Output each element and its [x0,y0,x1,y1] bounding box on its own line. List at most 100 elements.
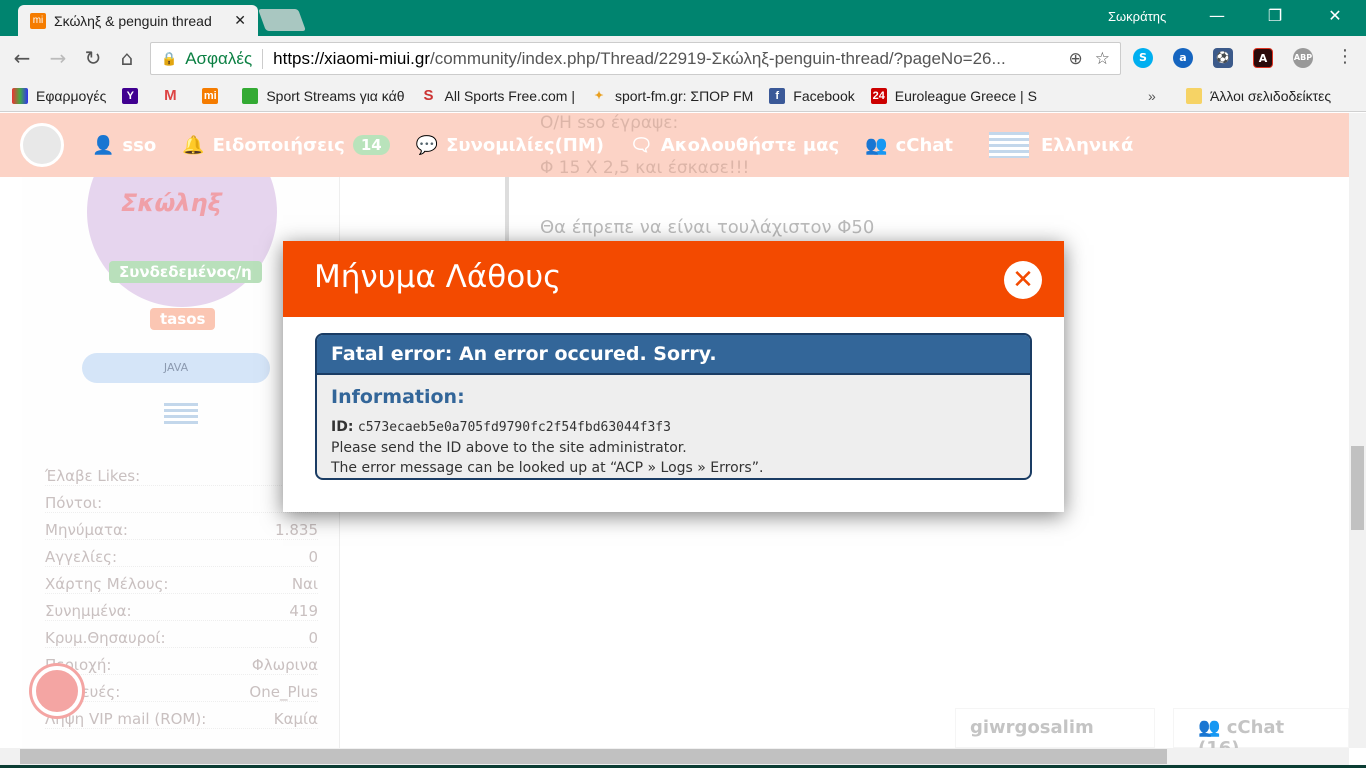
stat-value: Καμία [273,710,318,728]
stat-value: 0 [308,548,318,566]
close-tab-icon[interactable]: ✕ [234,12,246,29]
other-bookmarks[interactable]: Άλλοι σελιδοδείκτες [1186,87,1331,104]
horizontal-scroll-thumb[interactable] [20,749,1167,764]
football-extension-icon[interactable]: ⚽ [1213,48,1233,68]
stat-row: Αγγελίες: 0 [45,548,318,567]
profile-name[interactable]: Σωκράτης [1108,9,1166,24]
stat-row: Πόντοι:22 [45,494,318,513]
bookmark-mi[interactable]: mi [202,87,226,104]
greek-flag-icon [164,403,198,427]
rank-badge: tasos [150,308,216,330]
notification-count: 14 [352,135,390,155]
users-icon: 👥 [1198,717,1227,738]
new-tab-button[interactable] [257,9,307,31]
stat-row: Συσκευές: One_Plus [45,683,318,702]
star-icon[interactable]: ☆ [1095,49,1110,69]
quote-text: Φ 15 Χ 2,5 και έσκασε!!! [540,158,750,178]
stat-value: Ναι [291,575,318,593]
home-icon[interactable]: ⌂ [115,46,139,70]
s-logo-icon: S [423,86,434,104]
menu-icon[interactable]: ⋮ [1336,46,1354,67]
stat-value: One_Plus [249,683,318,701]
nav-conversations[interactable]: 💬 Συνομιλίες(ΠΜ) [416,135,604,156]
stat-row: Μηνύματα: 1.835 [45,521,318,540]
error-id: c573ecaeb5e0a705fd9790fc2f54fbd63044f3f3 [357,420,671,435]
nav-chat[interactable]: 👥 cChat [865,135,953,156]
greek-flag-icon [989,132,1030,158]
java-banner: JAVA [82,353,270,383]
bookmark-apps[interactable]: Εφαρμογές [12,87,106,104]
nav-user[interactable]: 👤 sso [92,135,156,156]
nav-avatar[interactable] [20,123,64,167]
more-bookmarks[interactable]: » [1148,88,1156,104]
stat-row: Χάρτης Μέλους: Ναι [45,575,318,594]
bookmark-facebook[interactable]: f Facebook [769,87,855,104]
mi-favicon-icon: mi [30,12,46,29]
quote-author: Ο/Η sso έγραψε: [540,113,679,133]
close-window-icon[interactable]: ✕ [1320,6,1350,25]
stat-row: Συνημμένα: 419 [45,602,318,621]
bookmark-gmail[interactable]: M [162,87,186,104]
yahoo-icon: Y [122,87,139,104]
user-icon: 👤 [92,134,115,156]
comments-icon: 💬 [415,134,439,156]
stat-label: Αγγελίες: [45,548,118,566]
folder-icon [1186,87,1202,104]
lock-icon: 🔒 [161,50,178,66]
bookmark-all-sports[interactable]: S All Sports Free.com | [421,86,574,104]
dialog-title: Μήνυμα Λάθους [283,241,1064,317]
error-title: Fatal error: An error occured. Sorry. [317,335,1030,375]
stat-value: Φλωρινα [251,656,318,674]
stat-row: Λήψη VIP mail (ROM): Καμία [45,710,318,729]
bookmark-yahoo[interactable]: Y [122,87,146,104]
apps-grid-icon [12,87,28,104]
24-icon: 24 [870,87,887,104]
vertical-scroll-thumb[interactable] [1351,446,1364,530]
bookmark-euroleague[interactable]: 24 Euroleague Greece | S [870,87,1037,104]
stat-label: Χάρτης Μέλους: [45,575,169,593]
reload-icon[interactable]: ↻ [81,46,105,70]
zoom-icon[interactable]: ⊕ [1069,49,1083,69]
users-icon: 👥 [865,134,888,156]
comment-outline-icon: 🗨 [630,134,653,156]
error-dialog: Μήνυμα Λάθους ✕ Fatal error: An error oc… [283,241,1064,512]
bell-icon: 🔔 [182,134,205,156]
secure-label: Ασφαλές [185,48,253,68]
stat-label: Συνημμένα: [45,602,132,620]
info-line-2: The error message can be looked up at “A… [331,460,764,476]
stat-value: 419 [289,602,318,620]
amazon-assistant-icon[interactable]: a [1173,48,1193,68]
back-icon[interactable]: ← [10,46,34,70]
pdf-icon[interactable]: A [1253,48,1273,68]
stat-row: Έλαβε Likes:5 [45,467,318,486]
vertical-scrollbar[interactable] [1349,113,1366,748]
id-label: ID: [331,419,354,435]
runner-icon: ✦ [594,89,604,102]
skype-icon[interactable]: S [1133,48,1153,68]
close-dialog-icon[interactable]: ✕ [1004,261,1042,299]
mi-icon: mi [202,87,219,104]
notification-bell-button[interactable] [32,666,82,716]
nav-language[interactable]: Ελληνικά [989,132,1133,158]
address-bar[interactable]: 🔒 Ασφαλές https://xiaomi-miui.gr/communi… [150,42,1121,75]
stat-value: 1.835 [275,521,318,539]
bookmarks-bar: Εφαρμογές Y M mi Sport Streams για κάθ S… [0,80,1366,112]
nav-notifications[interactable]: 🔔 Ειδοποιήσεις 14 [182,135,390,156]
stat-row: Κρυμ.Θησαυροί: 0 [45,629,318,648]
online-badge: Συνδεδεμένος/η [109,261,262,283]
restore-icon[interactable]: ❐ [1260,6,1290,25]
bookmark-sport-fm[interactable]: ✦ sport-fm.gr: ΣΠΟΡ FM [591,88,753,104]
tab-title: Σκώληξ & penguin thread [54,12,212,29]
info-title: Information: [331,386,465,408]
chat-user-tab[interactable]: giwrgosalim [955,708,1155,748]
stat-label: Κρυμ.Θησαυροί: [45,629,166,647]
stat-label: Μηνύματα: [45,521,128,539]
adblock-icon[interactable]: ABP [1293,48,1313,68]
forward-icon[interactable]: → [46,46,70,70]
bookmark-sport-streams[interactable]: Sport Streams για κάθ [242,87,405,104]
cchat-button[interactable]: 👥 cChat (16) [1173,708,1349,748]
stat-label: Έλαβε Likes: [45,467,141,485]
nav-follow[interactable]: 🗨 Ακολουθήστε μας [630,135,839,156]
browser-tab[interactable]: mi Σκώληξ & penguin thread ✕ [18,5,258,36]
minimize-icon[interactable]: — [1202,6,1232,25]
